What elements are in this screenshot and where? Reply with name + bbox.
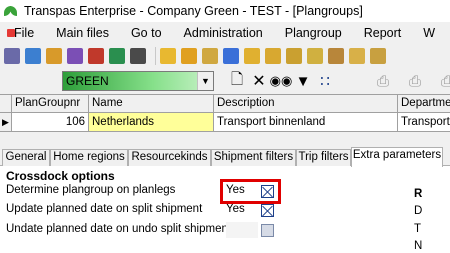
filter-icon[interactable]: ▼ bbox=[294, 72, 312, 90]
new-icon[interactable]: 🗋 bbox=[228, 71, 246, 90]
company-combo-value: GREEN bbox=[66, 74, 109, 88]
menu-plangroup[interactable]: Plangroup bbox=[285, 26, 342, 40]
row-indicator-icon[interactable]: ▶ bbox=[0, 113, 12, 132]
print-preview-icon[interactable]: ⎙ bbox=[406, 72, 424, 90]
check-icon[interactable] bbox=[286, 48, 302, 64]
tab-extra-parameters[interactable]: Extra parameters bbox=[351, 147, 443, 167]
tree-icon[interactable]: ∷ bbox=[316, 72, 334, 90]
right-label-d: D bbox=[414, 205, 423, 217]
tab-resourcekinds[interactable]: Resourcekinds bbox=[128, 149, 211, 166]
column-header-description[interactable]: Description bbox=[214, 95, 398, 113]
crossdock-options-title: Crossdock options bbox=[6, 169, 115, 183]
undate-planned-date-checkbox[interactable] bbox=[261, 224, 274, 237]
title-bar: Transpas Enterprise - Company Green - TE… bbox=[0, 0, 450, 22]
update-planned-date-checkbox[interactable] bbox=[261, 204, 274, 217]
column-header-department[interactable]: Departmen bbox=[398, 95, 450, 113]
menu-go-to[interactable]: Go to bbox=[131, 26, 162, 40]
toolbar-separator bbox=[155, 47, 156, 65]
option-label-update-planned-date: Update planned date on split shipment bbox=[6, 203, 203, 215]
highlight-box bbox=[220, 179, 281, 204]
tab-general[interactable]: General bbox=[2, 149, 50, 166]
menu-administration[interactable]: Administration bbox=[184, 26, 263, 40]
column-header-name[interactable]: Name bbox=[89, 95, 214, 113]
trip-icon[interactable] bbox=[244, 48, 260, 64]
export-icon[interactable]: ⎙ bbox=[438, 72, 450, 90]
extra-parameters-panel: Crossdock options Determine plangroup on… bbox=[0, 166, 450, 253]
option-value-undate-planned-date bbox=[226, 222, 258, 238]
cell-plangroupnr[interactable]: 106 bbox=[12, 113, 89, 132]
detail-tabs: General Home regions Resourcekinds Shipm… bbox=[0, 147, 450, 167]
tab-trip-filters[interactable]: Trip filters bbox=[296, 149, 351, 166]
right-label-t: T bbox=[414, 223, 422, 235]
planning-icon[interactable] bbox=[202, 48, 218, 64]
tab-home-regions[interactable]: Home regions bbox=[50, 149, 128, 166]
menu-file[interactable]: File bbox=[14, 26, 34, 40]
option-value-update-planned-date: Yes bbox=[226, 203, 245, 215]
option-label-undate-planned-date: Undate planned date on undo split shipme… bbox=[6, 223, 232, 235]
book-icon[interactable] bbox=[328, 48, 344, 64]
vehicle-icon[interactable] bbox=[130, 48, 146, 64]
plangroups-grid: PlanGroupnr Name Description Departmen ▶… bbox=[0, 94, 450, 132]
users-icon[interactable] bbox=[46, 48, 62, 64]
right-label-n: N bbox=[414, 240, 423, 252]
doc-icon[interactable] bbox=[349, 48, 365, 64]
cell-description[interactable]: Transport binnenland bbox=[214, 113, 398, 132]
chevron-down-icon[interactable]: ▼ bbox=[197, 72, 213, 90]
orders-icon[interactable] bbox=[181, 48, 197, 64]
company-combo[interactable]: GREEN ▼ bbox=[62, 71, 214, 91]
window-title: Transpas Enterprise - Company Green - TE… bbox=[24, 4, 363, 18]
cell-name[interactable]: Netherlands bbox=[89, 113, 214, 132]
app-leaf-icon bbox=[4, 4, 18, 18]
contacts-icon[interactable] bbox=[88, 48, 104, 64]
delete-icon[interactable]: ✕ bbox=[250, 72, 268, 90]
find-icon[interactable]: ◉◉ bbox=[270, 72, 293, 90]
option-label-determine-plangroup: Determine plangroup on planlegs bbox=[6, 184, 176, 196]
print-icon[interactable]: ⎙ bbox=[374, 72, 392, 90]
cell-department[interactable]: Transport bbox=[398, 113, 450, 132]
tab-shipment-filters[interactable]: Shipment filters bbox=[211, 149, 296, 166]
report-icon[interactable] bbox=[307, 48, 323, 64]
menu-window[interactable]: W bbox=[423, 26, 435, 40]
right-label-r: R bbox=[414, 188, 423, 200]
menu-report[interactable]: Report bbox=[364, 26, 402, 40]
truck-icon[interactable] bbox=[25, 48, 41, 64]
grid-corner bbox=[0, 95, 12, 113]
folder-icon[interactable] bbox=[160, 48, 176, 64]
address-icon[interactable] bbox=[109, 48, 125, 64]
people-icon[interactable] bbox=[67, 48, 83, 64]
save-icon[interactable] bbox=[4, 48, 20, 64]
column-header-plangroupnr[interactable]: PlanGroupnr bbox=[12, 95, 89, 113]
list-icon[interactable] bbox=[370, 48, 386, 64]
invoice-icon[interactable] bbox=[265, 48, 281, 64]
split-icon[interactable] bbox=[223, 48, 239, 64]
main-toolbar bbox=[0, 44, 450, 68]
menu-main-files[interactable]: Main files bbox=[56, 26, 109, 40]
record-toolbar: GREEN ▼ 🗋 ✕ ◉◉ ▼ ∷ ⎙ ⎙ ⎙ bbox=[0, 69, 450, 93]
menu-bar: File Main files Go to Administration Pla… bbox=[0, 22, 450, 44]
